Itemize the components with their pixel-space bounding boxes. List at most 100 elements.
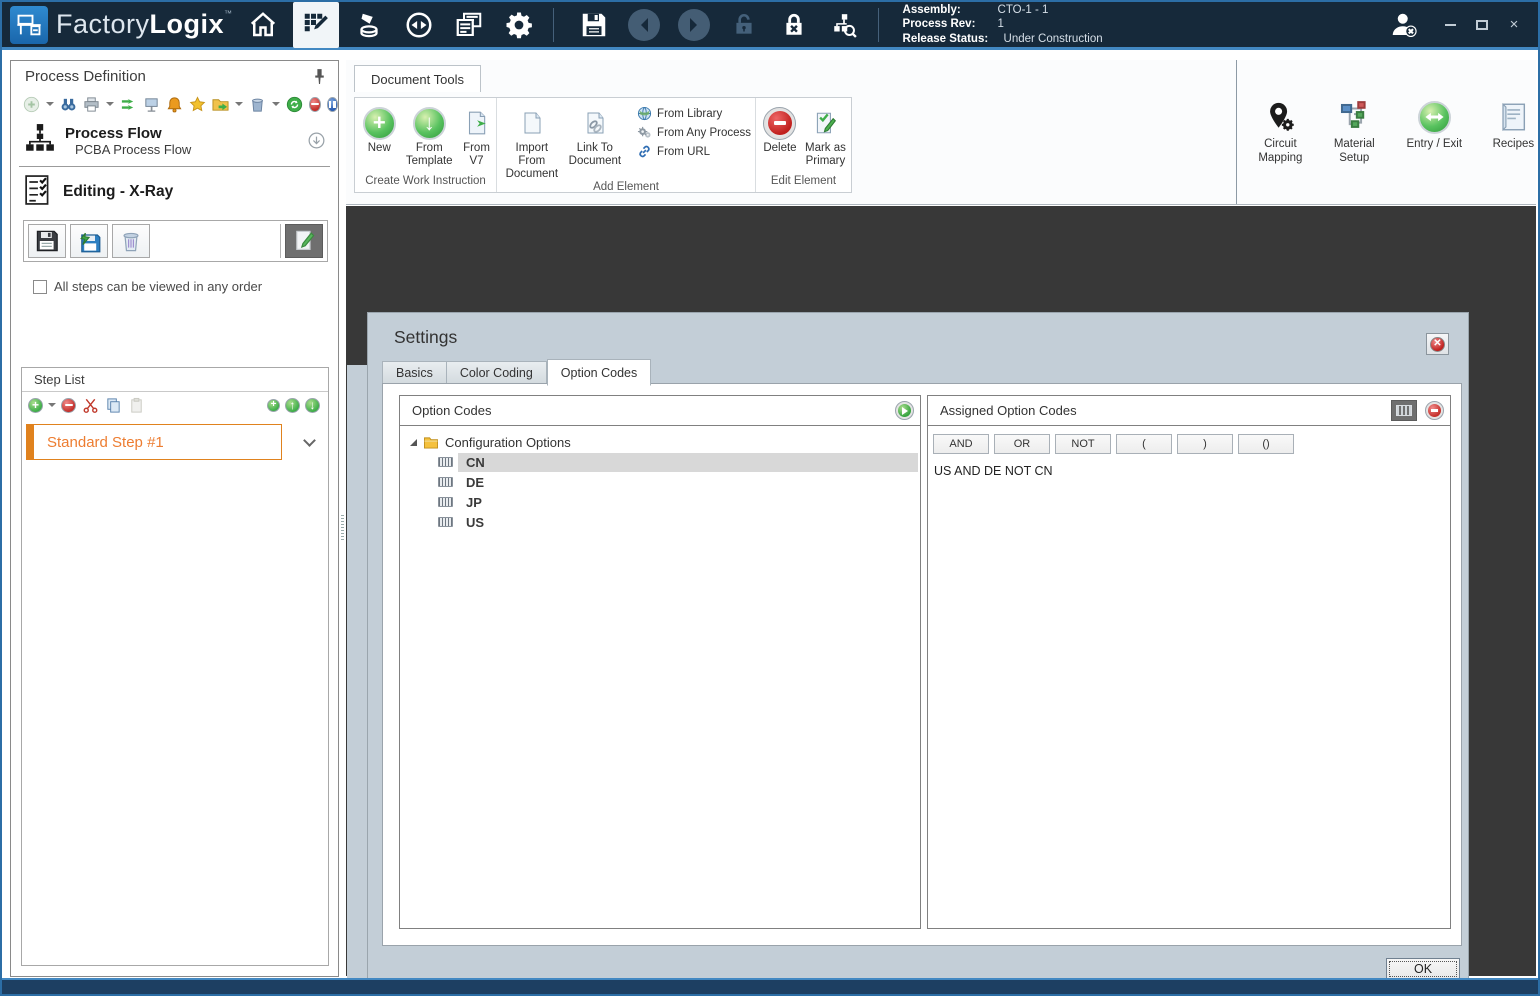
find-icon[interactable] — [60, 95, 77, 113]
from-url-button[interactable]: From URL — [637, 144, 751, 159]
from-library-button[interactable]: From Library — [637, 106, 751, 121]
material-setup-button[interactable]: Material Setup — [1331, 97, 1378, 197]
entry-exit-button[interactable]: Entry / Exit — [1404, 97, 1465, 197]
print-dropdown-icon[interactable] — [106, 102, 114, 110]
import-save-button[interactable] — [70, 224, 108, 258]
insert-step-icon[interactable]: + — [267, 398, 280, 412]
import-from-document-button[interactable]: Import From Document — [505, 104, 559, 181]
delete-dropdown-icon[interactable] — [272, 102, 280, 110]
barcode-icon — [438, 497, 453, 507]
paste-icon[interactable] — [127, 396, 145, 414]
tab-document-tools[interactable]: Document Tools — [354, 65, 481, 92]
minimize-button[interactable] — [1442, 17, 1458, 33]
pause-icon[interactable] — [326, 96, 338, 112]
ok-button[interactable]: OK — [1386, 958, 1460, 980]
copy-icon[interactable] — [104, 396, 122, 414]
tree-item-us[interactable]: US — [400, 512, 920, 532]
cut-icon[interactable] — [81, 396, 99, 414]
star-badge-icon[interactable] — [189, 95, 206, 113]
save-step-button[interactable] — [28, 224, 66, 258]
close-paren-button[interactable]: ) — [1177, 434, 1233, 454]
add-step-icon[interactable]: + — [28, 397, 43, 413]
edit-mode-button[interactable] — [285, 224, 323, 258]
maximize-button[interactable] — [1474, 17, 1490, 33]
export-folder-icon[interactable] — [212, 95, 229, 113]
assigned-header: Assigned Option Codes — [940, 403, 1077, 418]
bell-icon[interactable] — [166, 95, 183, 113]
signpost-icon[interactable] — [143, 95, 160, 113]
assign-option-code-button[interactable] — [895, 401, 914, 420]
material-tree-icon — [1337, 97, 1371, 137]
from-v7-button[interactable]: From V7 — [461, 104, 492, 168]
tab-basics[interactable]: Basics — [382, 361, 447, 385]
from-template-button[interactable]: ↓ From Template — [406, 104, 453, 168]
from-any-process-button[interactable]: From Any Process — [637, 125, 751, 140]
print-icon[interactable] — [83, 95, 100, 113]
circuit-mapping-button[interactable]: Circuit Mapping — [1256, 97, 1305, 197]
titlebar: FactoryLogix™ Assembly: CTO-1 - 1 Proces… — [2, 1, 1538, 50]
delete-element-button[interactable]: Delete — [762, 104, 798, 155]
settings-gear-icon[interactable] — [499, 5, 539, 45]
save-icon[interactable] — [574, 5, 614, 45]
process-search-icon[interactable] — [824, 5, 864, 45]
move-up-icon[interactable]: ↑ — [285, 397, 300, 413]
pin-icon[interactable] — [310, 67, 328, 85]
or-button[interactable]: OR — [994, 434, 1050, 454]
new-button[interactable]: + New — [361, 104, 398, 155]
close-button[interactable]: × — [1506, 16, 1522, 33]
trash-step-button[interactable] — [112, 224, 150, 258]
redo-forward-icon[interactable] — [674, 5, 714, 45]
shuffle-flow-icon[interactable] — [120, 95, 137, 113]
user-logout-icon[interactable] — [1384, 5, 1424, 45]
app-window: FactoryLogix™ Assembly: CTO-1 - 1 Proces… — [0, 0, 1540, 996]
panel-splitter[interactable] — [340, 60, 345, 977]
ribbon-groups: + New ↓ From Template From V7 Create Wor… — [354, 97, 852, 193]
link-to-document-button[interactable]: Link To Document — [569, 104, 621, 168]
and-button[interactable]: AND — [933, 434, 989, 454]
add-step-dropdown-icon[interactable] — [48, 403, 56, 411]
material-setup-label: Material Setup — [1333, 138, 1375, 164]
mark-as-primary-button[interactable]: Mark as Primary — [804, 104, 847, 168]
windows-nav-icon[interactable] — [449, 5, 489, 45]
tree-item-label: CN — [458, 452, 918, 472]
undo-back-icon[interactable] — [624, 5, 664, 45]
collapse-down-icon[interactable] — [304, 129, 328, 153]
ribbon: Document Tools + New ↓ From Template Fro… — [346, 60, 1536, 205]
step-expand-chevron-icon[interactable] — [303, 433, 316, 447]
step-list-groupbox: Step List + + ↑ ↓ Standard Step #1 — [21, 367, 329, 966]
open-paren-button[interactable]: ( — [1116, 434, 1172, 454]
keyboard-entry-button[interactable] — [1391, 400, 1417, 421]
tree-item-jp[interactable]: JP — [400, 492, 920, 512]
clear-expression-button[interactable] — [1425, 401, 1444, 420]
step-list-toolbar: + + ↑ ↓ — [22, 392, 328, 418]
production-nav-icon[interactable] — [349, 5, 389, 45]
process-definition-nav-icon[interactable] — [292, 1, 339, 48]
delete-trash-icon[interactable] — [249, 95, 266, 113]
tree-item-cn[interactable]: CN — [400, 452, 920, 472]
export-dropdown-icon[interactable] — [235, 102, 243, 110]
tab-option-codes[interactable]: Option Codes — [546, 359, 652, 386]
lock-close-icon[interactable] — [774, 5, 814, 45]
unlock-icon[interactable] — [724, 5, 764, 45]
dialog-close-button[interactable]: ✕ — [1426, 333, 1449, 355]
tab-color-coding[interactable]: Color Coding — [446, 361, 547, 385]
home-icon[interactable] — [243, 5, 283, 45]
not-button[interactable]: NOT — [1055, 434, 1111, 454]
any-order-checkbox[interactable] — [33, 279, 47, 294]
paren-pair-button[interactable]: () — [1238, 434, 1294, 454]
add-dropdown-icon[interactable] — [46, 102, 54, 110]
tree-expander-icon[interactable] — [410, 438, 417, 446]
recipes-card-icon — [1496, 97, 1530, 137]
remove-icon[interactable] — [309, 96, 321, 112]
recipes-button[interactable]: Recipes — [1491, 97, 1536, 197]
remove-step-icon[interactable] — [61, 397, 76, 413]
add-icon[interactable] — [23, 95, 40, 113]
process-definition-panel: Process Definition Process Flow PCBA Pro… — [10, 60, 339, 977]
refresh-icon[interactable] — [286, 95, 303, 113]
move-down-icon[interactable]: ↓ — [305, 397, 320, 413]
step-item-standard-step-1[interactable]: Standard Step #1 — [26, 424, 282, 460]
tree-root-row[interactable]: Configuration Options — [400, 432, 920, 452]
sync-nav-icon[interactable] — [399, 5, 439, 45]
process-flow-row[interactable]: Process Flow PCBA Process Flow — [11, 117, 338, 166]
tree-item-de[interactable]: DE — [400, 472, 920, 492]
